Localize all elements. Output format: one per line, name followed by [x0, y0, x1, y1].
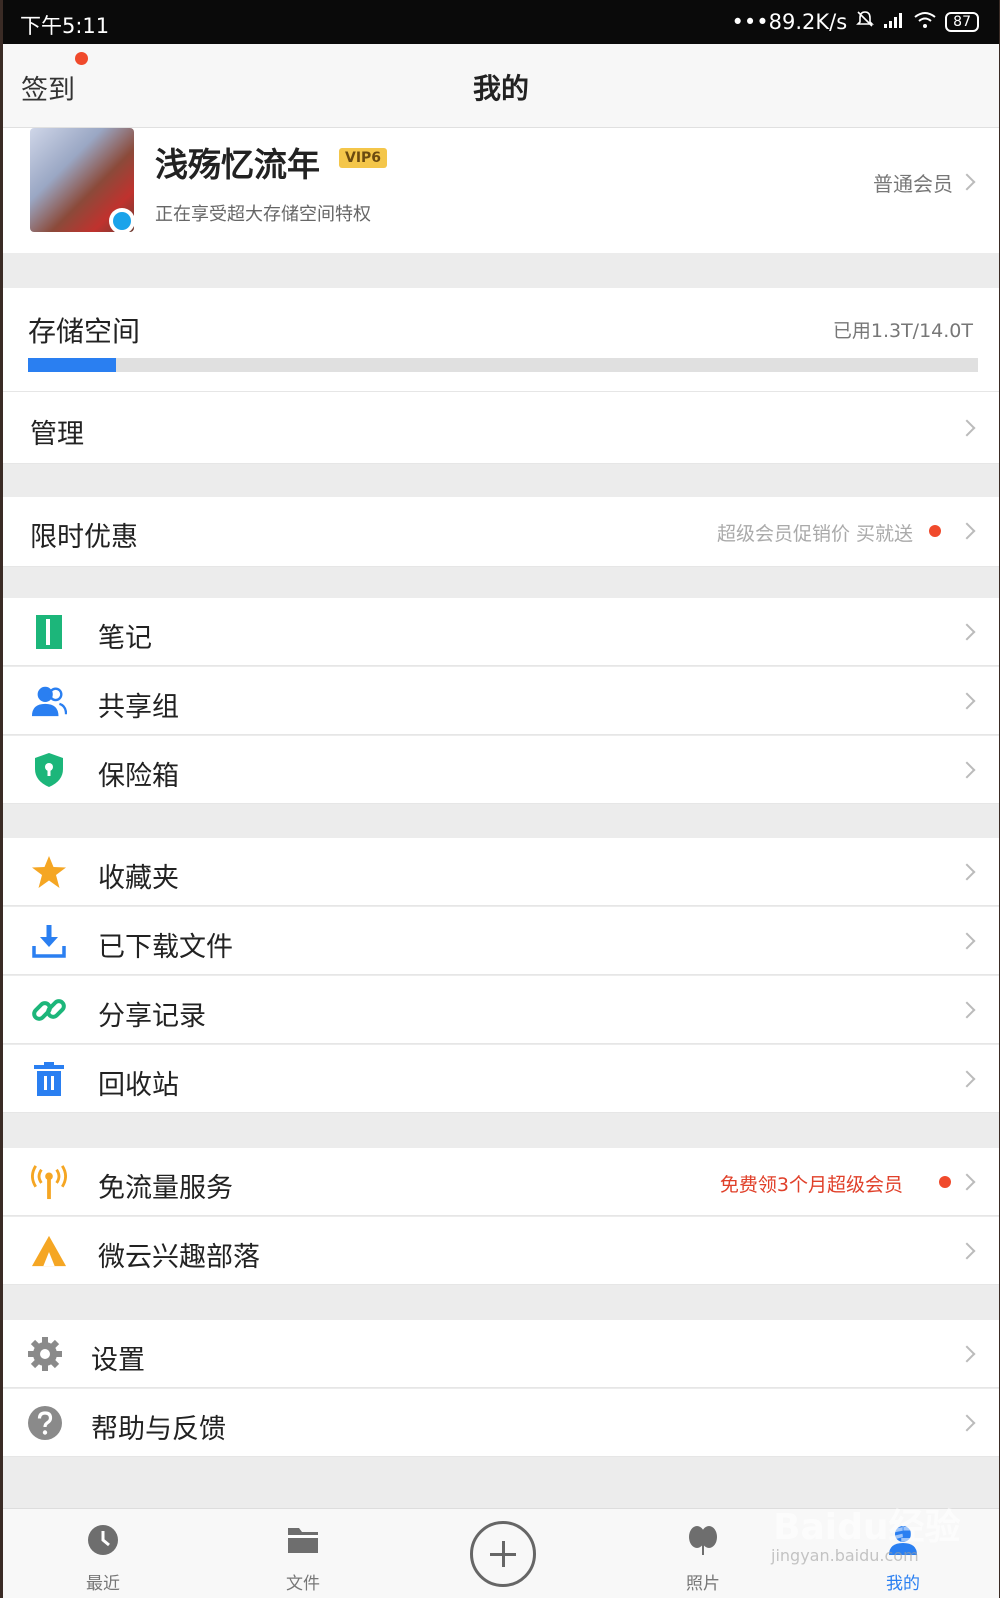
baidu-watermark-url: jingyan.baidu.com: [771, 1546, 919, 1565]
chevron-right-icon: [958, 623, 976, 641]
chevron-right-icon: [958, 692, 976, 710]
folder-icon: [288, 1528, 318, 1553]
profile-card[interactable]: 浅殇忆流年 VIP6 正在享受超大存储空间特权 普通会员: [3, 128, 999, 253]
signal-icon: [883, 10, 905, 34]
link-icon: [31, 992, 67, 1028]
service-note: 免费领3个月超级会员: [719, 1174, 903, 1196]
membership-level: 普通会员: [873, 172, 953, 196]
storage-used: 已用1.3T/14.0T: [832, 320, 973, 342]
service-label: 微云兴趣部落: [98, 1242, 260, 1273]
add-button[interactable]: [470, 1521, 536, 1587]
tab-recent[interactable]: 最近: [43, 1509, 163, 1598]
chevron-right-icon: [958, 173, 976, 191]
user-name: 浅殇忆流年: [155, 145, 320, 184]
tab-label: 我的: [886, 1574, 920, 1594]
promo-row[interactable]: 限时优惠 超级会员促销价 买就送: [3, 497, 999, 567]
service-notification-dot: [939, 1176, 951, 1188]
help-label: 帮助与反馈: [91, 1414, 226, 1445]
service-row-free-data[interactable]: 免流量服务 免费领3个月超级会员: [3, 1148, 999, 1216]
safe-icon: [31, 752, 67, 788]
chevron-right-icon: [958, 1414, 976, 1432]
tab-label: 照片: [686, 1574, 720, 1594]
tool-label: 保险箱: [98, 761, 179, 792]
baidu-watermark: Baidu经验: [773, 1507, 961, 1548]
tab-label: 文件: [286, 1574, 320, 1594]
chevron-right-icon: [958, 1242, 976, 1260]
tool-label: 共享组: [98, 692, 179, 723]
trash-icon: [31, 1061, 67, 1097]
settings-row[interactable]: 设置: [3, 1320, 999, 1388]
status-bar: 下午5:11 •••89.2K/s 87: [3, 0, 999, 44]
star-icon: [31, 854, 67, 890]
group-icon: [31, 683, 67, 719]
manage-label: 管理: [30, 419, 84, 450]
file-row-trash[interactable]: 回收站: [3, 1045, 999, 1113]
service-row-tribe[interactable]: 微云兴趣部落: [3, 1217, 999, 1285]
qq-badge-icon: [109, 208, 135, 234]
vip-badge: VIP6: [339, 148, 388, 168]
app-screen: 下午5:11 •••89.2K/s 87 签到 我的 浅殇忆流年 VIP6 正在…: [3, 0, 999, 1598]
promo-notification-dot: [929, 525, 941, 537]
file-label: 分享记录: [98, 1001, 206, 1032]
battery-icon: 87: [945, 11, 979, 32]
profile-subtitle: 正在享受超大存储空间特权: [155, 204, 371, 225]
status-icons: •••89.2K/s 87: [731, 9, 979, 34]
chevron-right-icon: [958, 1070, 976, 1088]
tool-label: 笔记: [98, 623, 152, 654]
file-row-share-history[interactable]: 分享记录: [3, 976, 999, 1044]
tab-label: 最近: [86, 1574, 120, 1594]
chevron-right-icon: [958, 522, 976, 540]
storage-label: 存储空间: [28, 315, 141, 348]
storage-progress-bar: [28, 358, 978, 372]
help-icon: [27, 1405, 63, 1441]
tool-row-safe[interactable]: 保险箱: [3, 736, 999, 804]
file-label: 已下载文件: [98, 932, 233, 963]
chevron-right-icon: [958, 932, 976, 950]
file-label: 收藏夹: [98, 863, 179, 894]
tool-row-note[interactable]: 笔记: [3, 598, 999, 666]
note-icon: [31, 614, 67, 650]
mute-icon: [855, 9, 875, 34]
page-title: 我的: [472, 72, 529, 105]
tab-photos[interactable]: 照片: [643, 1509, 763, 1598]
storage-section[interactable]: 存储空间 已用1.3T/14.0T: [3, 288, 999, 392]
chevron-right-icon: [958, 1173, 976, 1191]
promo-label: 限时优惠: [30, 522, 138, 553]
chevron-right-icon: [958, 1001, 976, 1019]
tool-row-group[interactable]: 共享组: [3, 667, 999, 735]
chevron-right-icon: [958, 419, 976, 437]
clock-icon: [88, 1525, 118, 1555]
checkin-notification-dot: [75, 52, 88, 65]
chevron-right-icon: [958, 761, 976, 779]
title-bar: 签到 我的: [3, 44, 999, 128]
file-row-favorites[interactable]: 收藏夹: [3, 838, 999, 906]
photo-icon: [689, 1526, 717, 1555]
tab-files[interactable]: 文件: [243, 1509, 363, 1598]
storage-progress-fill: [28, 358, 117, 372]
status-time: 下午5:11: [20, 14, 110, 38]
wifi-icon: [913, 10, 937, 34]
antenna-icon: [31, 1164, 67, 1200]
download-icon: [31, 923, 67, 959]
promo-note: 超级会员促销价 买就送: [716, 523, 913, 545]
gear-icon: [27, 1336, 63, 1372]
settings-label: 设置: [91, 1345, 145, 1376]
tent-icon: [31, 1233, 67, 1269]
manage-row[interactable]: 管理: [3, 392, 999, 464]
help-row[interactable]: 帮助与反馈: [3, 1389, 999, 1457]
network-speed: •••89.2K/s: [731, 9, 848, 34]
file-label: 回收站: [98, 1070, 179, 1101]
file-row-downloads[interactable]: 已下载文件: [3, 907, 999, 975]
chevron-right-icon: [958, 1345, 976, 1363]
chevron-right-icon: [958, 863, 976, 881]
service-label: 免流量服务: [98, 1173, 233, 1204]
